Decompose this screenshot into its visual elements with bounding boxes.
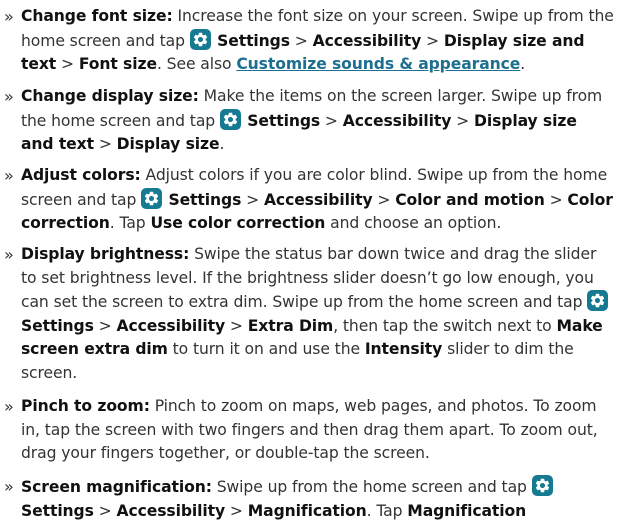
gear-icon bbox=[189, 28, 211, 50]
list-item-text: Adjust colors: Adjust colors if you are … bbox=[21, 166, 613, 233]
list-item-pinch-to-zoom: » Pinch to zoom: Pinch to zoom on maps, … bbox=[4, 395, 614, 466]
bullet: » bbox=[4, 245, 14, 264]
gear-icon bbox=[587, 290, 609, 312]
customize-sounds-link[interactable]: Customize sounds & appearance bbox=[236, 55, 520, 73]
gear-icon bbox=[141, 187, 163, 209]
list-item-text: Pinch to zoom: Pinch to zoom on maps, we… bbox=[21, 397, 598, 463]
item-heading: Screen magnification: bbox=[21, 478, 212, 496]
list-item-display-brightness: » Display brightness: Swipe the status b… bbox=[4, 243, 614, 386]
item-heading: Pinch to zoom: bbox=[21, 397, 150, 415]
list-item-change-font-size: » Change font size: Increase the font si… bbox=[4, 5, 614, 77]
list-item-text: Change font size: Increase the font size… bbox=[21, 7, 614, 74]
bullet: » bbox=[4, 7, 14, 26]
bullet: » bbox=[4, 166, 14, 185]
settings-label: Settings bbox=[21, 316, 94, 335]
gear-icon bbox=[531, 475, 553, 496]
settings-label: Settings bbox=[211, 31, 290, 50]
item-heading: Adjust colors: bbox=[21, 166, 141, 184]
settings-label: Settings bbox=[241, 111, 321, 130]
settings-label: Settings bbox=[21, 501, 94, 520]
item-heading: Change display size: bbox=[21, 87, 199, 105]
list-item-change-display-size: » Change display size: Make the items on… bbox=[4, 85, 614, 157]
bullet: » bbox=[4, 397, 14, 416]
item-heading: Display brightness: bbox=[21, 245, 190, 263]
settings-label: Settings bbox=[163, 190, 242, 209]
list-item-screen-magnification: » Screen magnification: Swipe up from th… bbox=[4, 475, 614, 523]
gear-icon bbox=[219, 108, 241, 130]
list-item-text: Change display size: Make the items on t… bbox=[21, 87, 603, 154]
list-item-text: Screen magnification: Swipe up from the … bbox=[21, 475, 614, 523]
list-item-adjust-colors: » Adjust colors: Adjust colors if you ar… bbox=[4, 164, 614, 236]
bullet: » bbox=[4, 87, 14, 106]
item-heading: Change font size: bbox=[21, 7, 173, 25]
bullet: » bbox=[4, 477, 14, 496]
list-item-text: Display brightness: Swipe the status bar… bbox=[21, 243, 614, 386]
